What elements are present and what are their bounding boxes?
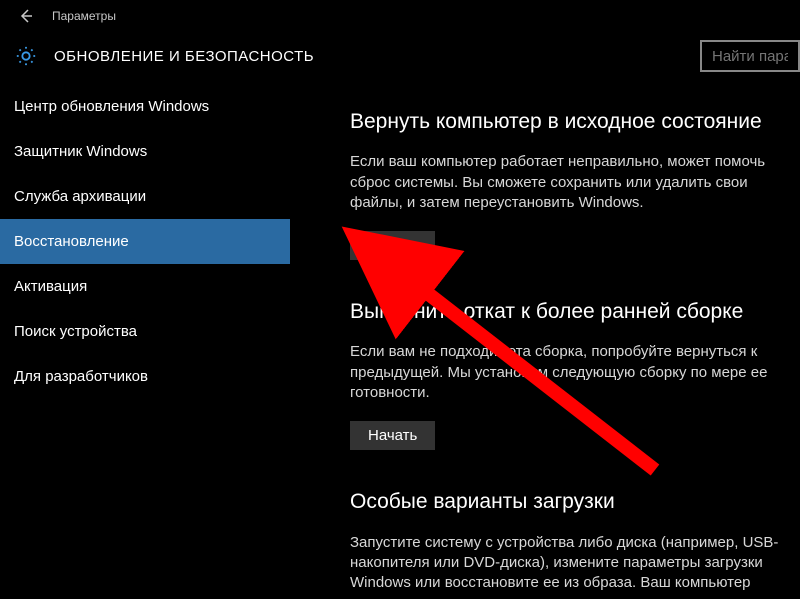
titlebar: Параметры xyxy=(0,0,800,32)
page-title: ОБНОВЛЕНИЕ И БЕЗОПАСНОСТЬ xyxy=(54,48,314,65)
back-button[interactable] xyxy=(10,0,42,32)
section-body: Запустите систему с устройства либо диск… xyxy=(350,533,780,594)
sidebar-item-label: Поиск устройства xyxy=(14,323,137,340)
sidebar-item-developers[interactable]: Для разработчиков xyxy=(0,354,290,399)
section-go-back-build: Выполнить откат к более ранней сборке Ес… xyxy=(350,298,780,450)
section-body: Если вам не подходит эта сборка, попробу… xyxy=(350,342,780,403)
sidebar-item-label: Активация xyxy=(14,278,87,295)
search-input[interactable] xyxy=(700,40,800,72)
sidebar-item-windows-update[interactable]: Центр обновления Windows xyxy=(0,84,290,129)
sidebar: Центр обновления Windows Защитник Window… xyxy=(0,80,290,599)
rollback-start-button[interactable]: Начать xyxy=(350,421,435,450)
section-heading: Особые варианты загрузки xyxy=(350,488,780,516)
section-advanced-startup: Особые варианты загрузки Запустите систе… xyxy=(350,488,780,593)
sidebar-item-label: Защитник Windows xyxy=(14,143,147,160)
sidebar-item-recovery[interactable]: Восстановление xyxy=(0,219,290,264)
sidebar-item-label: Восстановление xyxy=(14,233,129,250)
sidebar-item-activation[interactable]: Активация xyxy=(0,264,290,309)
reset-start-button[interactable]: Начать xyxy=(350,231,435,260)
sidebar-item-defender[interactable]: Защитник Windows xyxy=(0,129,290,174)
section-heading: Выполнить откат к более ранней сборке xyxy=(350,298,780,326)
content: Вернуть компьютер в исходное состояние Е… xyxy=(290,80,800,599)
sidebar-item-label: Центр обновления Windows xyxy=(14,98,209,115)
section-reset-pc: Вернуть компьютер в исходное состояние Е… xyxy=(350,108,780,260)
header: ОБНОВЛЕНИЕ И БЕЗОПАСНОСТЬ xyxy=(0,32,800,80)
sidebar-item-backup[interactable]: Служба архивации xyxy=(0,174,290,219)
sidebar-item-find-device[interactable]: Поиск устройства xyxy=(0,309,290,354)
section-heading: Вернуть компьютер в исходное состояние xyxy=(350,108,780,136)
sidebar-item-label: Для разработчиков xyxy=(14,368,148,385)
sidebar-item-label: Служба архивации xyxy=(14,188,146,205)
gear-icon xyxy=(14,44,38,68)
section-body: Если ваш компьютер работает неправильно,… xyxy=(350,152,780,213)
arrow-left-icon xyxy=(18,8,34,24)
app-title: Параметры xyxy=(52,9,116,23)
